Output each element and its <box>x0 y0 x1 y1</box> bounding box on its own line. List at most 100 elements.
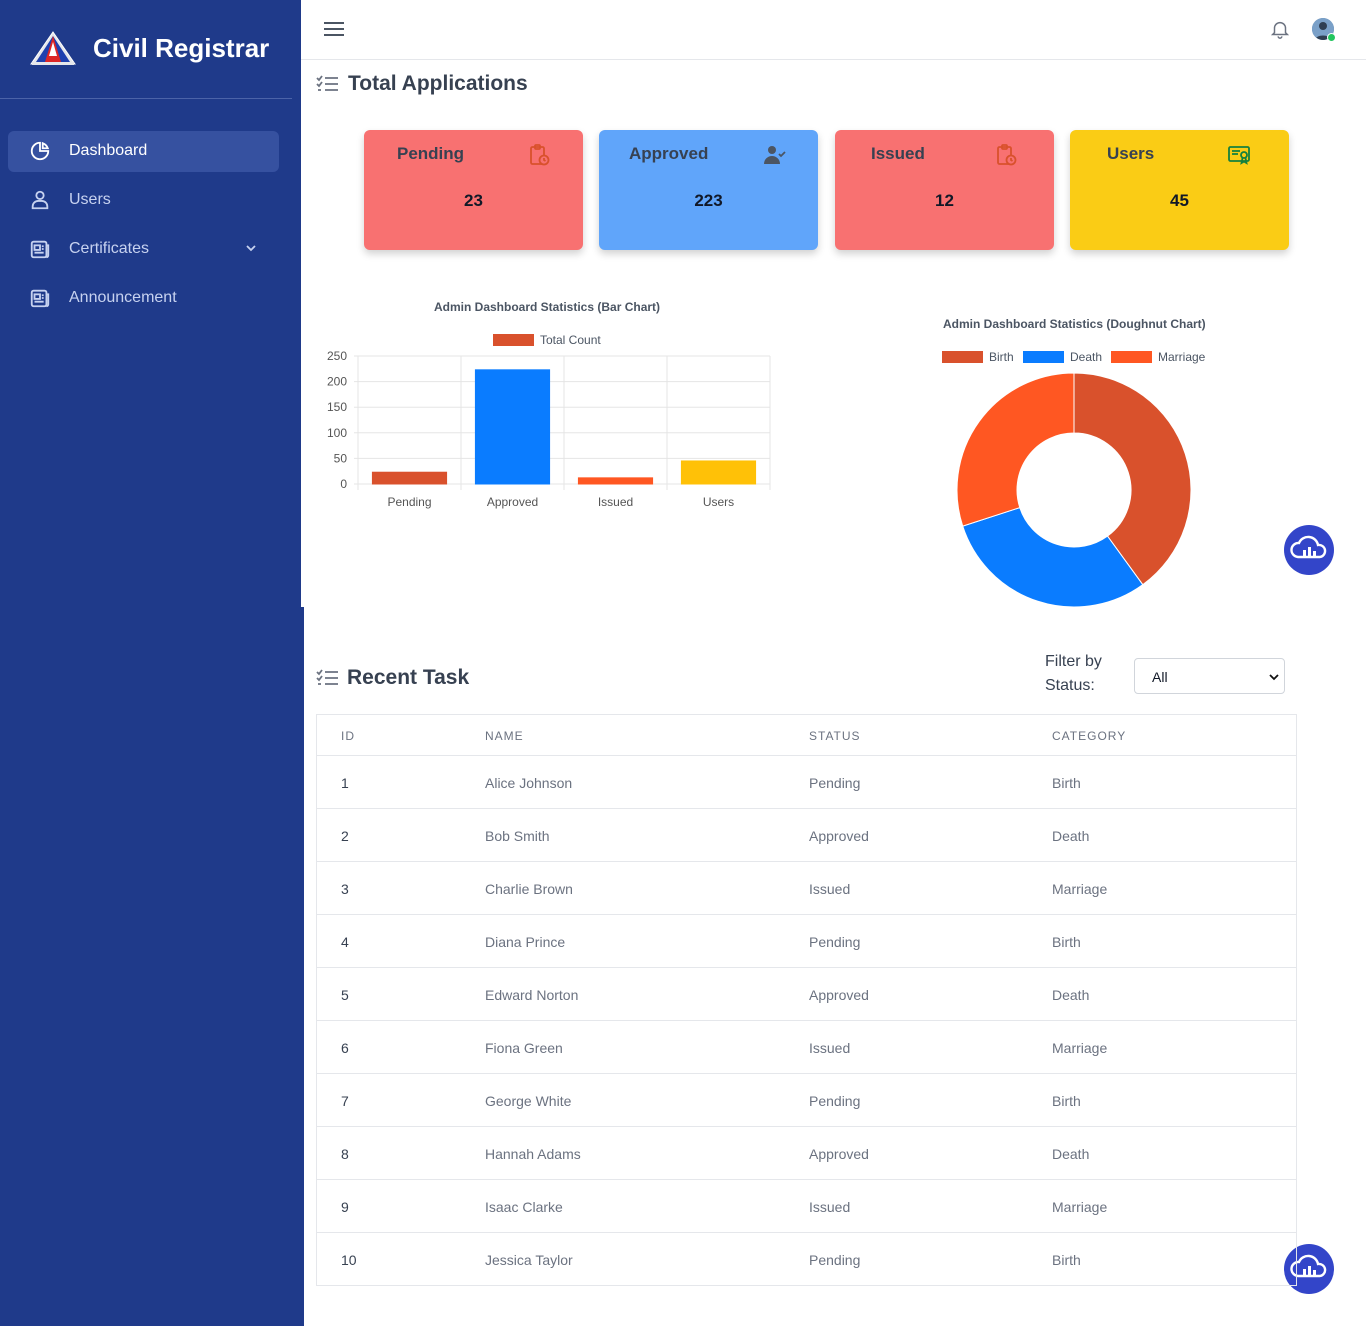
cell-category: Marriage <box>1052 1040 1108 1056</box>
column-header-id[interactable]: ID <box>341 729 355 743</box>
online-status-dot <box>1327 33 1336 42</box>
cell-status: Pending <box>809 775 861 791</box>
stat-value: 23 <box>464 191 483 210</box>
sidebar-divider <box>0 98 292 99</box>
stat-card-approved[interactable]: Approved 223 <box>599 130 818 250</box>
y-tick-label: 250 <box>327 349 347 363</box>
table-row[interactable]: 2 Bob Smith Approved Death <box>317 809 1296 862</box>
total-applications-title: Total Applications <box>348 72 528 95</box>
y-tick-label: 150 <box>327 400 347 414</box>
x-tick-label: Issued <box>598 495 633 509</box>
doughnut-legend-swatch-marriage[interactable] <box>1111 351 1152 363</box>
table-row[interactable]: 9 Isaac Clarke Issued Marriage <box>317 1180 1296 1233</box>
y-tick-label: 50 <box>334 451 348 465</box>
table-header-row: ID NAME STATUS CATEGORY <box>317 715 1296 756</box>
cell-status: Approved <box>809 828 869 844</box>
stat-card-users[interactable]: Users 45 <box>1070 130 1289 250</box>
cell-category: Death <box>1052 1146 1090 1162</box>
sidebar-item-label: Certificates <box>69 240 150 257</box>
doughnut-legend-swatch-birth[interactable] <box>942 351 983 363</box>
table-row[interactable]: 6 Fiona Green Issued Marriage <box>317 1021 1296 1074</box>
cell-status: Pending <box>809 934 861 950</box>
hamburger-menu-icon[interactable] <box>323 19 345 39</box>
stat-card-issued[interactable]: Issued 12 <box>835 130 1054 250</box>
sidebar-item-announcement[interactable]: Announcement <box>8 278 279 319</box>
sidebar-item-label: Users <box>69 191 111 208</box>
doughnut-legend-swatch-death[interactable] <box>1023 351 1064 363</box>
cell-id: 3 <box>341 881 349 897</box>
table-row[interactable]: 5 Edward Norton Approved Death <box>317 968 1296 1021</box>
sidebar-extension <box>301 607 304 1326</box>
cell-id: 7 <box>341 1093 349 1109</box>
cell-name: Fiona Green <box>485 1040 563 1056</box>
table-row[interactable]: 8 Hannah Adams Approved Death <box>317 1127 1296 1180</box>
cell-status: Pending <box>809 1093 861 1109</box>
cell-id: 9 <box>341 1199 349 1215</box>
doughnut-chart-title: Admin Dashboard Statistics (Doughnut Cha… <box>943 317 1206 331</box>
x-tick-label: Users <box>703 495 734 509</box>
x-tick-label: Approved <box>487 495 538 509</box>
cell-id: 4 <box>341 934 349 950</box>
y-tick-label: 100 <box>327 426 347 440</box>
brand[interactable]: Civil Registrar <box>0 0 301 98</box>
cell-id: 10 <box>341 1252 357 1268</box>
y-tick-label: 0 <box>340 477 347 491</box>
table-row[interactable]: 1 Alice Johnson Pending Birth <box>317 756 1296 809</box>
topbar <box>301 0 1366 60</box>
cell-name: Jessica Taylor <box>485 1252 573 1268</box>
stat-value: 12 <box>935 191 954 210</box>
cell-name: George White <box>485 1093 572 1109</box>
cloud-chat-button[interactable] <box>1284 525 1334 575</box>
cell-category: Marriage <box>1052 1199 1108 1215</box>
bar-approved[interactable] <box>474 369 551 485</box>
table-row[interactable]: 7 George White Pending Birth <box>317 1074 1296 1127</box>
clipboard-clock-icon <box>530 144 550 166</box>
cell-status: Pending <box>809 1252 861 1268</box>
bar-users[interactable] <box>680 460 757 485</box>
status-filter-select[interactable]: All <box>1134 658 1285 694</box>
cell-name: Diana Prince <box>485 934 566 950</box>
filter-status-label: Filter by Status: <box>1045 653 1102 694</box>
cell-status: Issued <box>809 1040 851 1056</box>
status-filter-value: All <box>1152 669 1168 685</box>
doughnut-legend-label-marriage[interactable]: Marriage <box>1158 350 1205 364</box>
cell-status: Approved <box>809 1146 869 1162</box>
recent-task-table: ID NAME STATUS CATEGORY 1 Alice Johnson Pe… <box>316 714 1297 1286</box>
column-header-category[interactable]: CATEGORY <box>1052 729 1126 743</box>
bar-issued[interactable] <box>577 477 654 485</box>
stat-label: Users <box>1107 144 1155 163</box>
cell-id: 6 <box>341 1040 349 1056</box>
clipboard-clock-icon <box>997 144 1017 166</box>
pie-chart-icon <box>30 141 50 161</box>
cell-name: Edward Norton <box>485 987 579 1003</box>
column-header-name[interactable]: NAME <box>485 729 524 743</box>
column-header-status[interactable]: STATUS <box>809 729 861 743</box>
sidebar-item-dashboard[interactable]: Dashboard <box>8 131 279 172</box>
checklist-icon <box>316 669 338 685</box>
checklist-icon <box>316 75 338 91</box>
cell-category: Birth <box>1052 775 1081 791</box>
table-row[interactable]: 10 Jessica Taylor Pending Birth <box>317 1233 1296 1286</box>
table-row[interactable]: 4 Diana Prince Pending Birth <box>317 915 1296 968</box>
cell-status: Approved <box>809 987 869 1003</box>
stat-label: Pending <box>397 144 465 163</box>
x-tick-label: Pending <box>387 495 431 509</box>
stat-card-pending[interactable]: Pending 23 <box>364 130 583 250</box>
stat-value: 223 <box>694 191 723 210</box>
sidebar: Civil Registrar Dashboard Users Certific… <box>0 0 301 1326</box>
cell-category: Death <box>1052 987 1090 1003</box>
bar-chart: 250 200 150 100 50 0 Pending Approved Issued User… <box>327 349 771 509</box>
table-row[interactable]: 3 Charlie Brown Issued Marriage <box>317 862 1296 915</box>
doughnut-legend-label-death[interactable]: Death <box>1070 350 1102 364</box>
doughnut-legend-label-birth[interactable]: Birth <box>989 350 1014 364</box>
certificate-icon <box>1228 146 1250 165</box>
doughnut-slice-death[interactable] <box>962 506 1144 608</box>
cell-status: Issued <box>809 1199 851 1215</box>
chevron-down-icon[interactable] <box>244 241 258 255</box>
cell-name: Isaac Clarke <box>485 1199 563 1215</box>
bell-icon[interactable] <box>1269 17 1291 41</box>
doughnut-slice-marriage[interactable] <box>956 372 1075 527</box>
bar-pending[interactable] <box>371 471 448 485</box>
sidebar-item-users[interactable]: Users <box>8 180 279 221</box>
sidebar-item-certificates[interactable]: Certificates <box>8 229 279 270</box>
